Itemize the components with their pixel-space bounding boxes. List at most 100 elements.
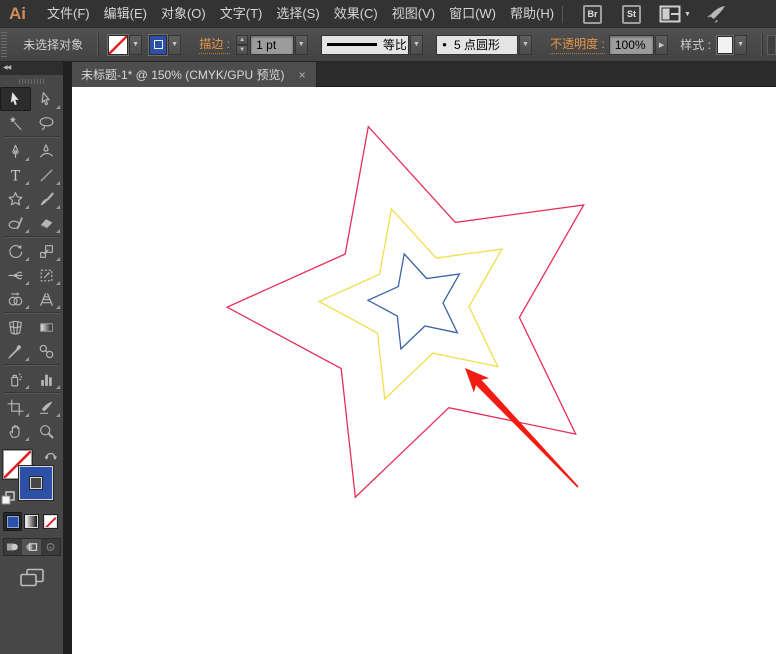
toolbar-grip[interactable] [19, 79, 45, 84]
stroke-swatch[interactable] [19, 466, 53, 500]
tool-blend[interactable] [31, 339, 62, 363]
menu-item-file[interactable]: 文件(F) [40, 0, 97, 28]
artboard [72, 87, 776, 654]
uniform-profile-icon [327, 43, 377, 46]
menu-item-effect[interactable]: 效果(C) [327, 0, 385, 28]
tool-eraser[interactable] [31, 211, 62, 235]
stroke-color-swatch[interactable] [149, 35, 167, 55]
opacity-label[interactable]: 不透明度 : [550, 35, 605, 54]
tool-artboard[interactable] [0, 395, 31, 419]
gradient-button[interactable] [22, 512, 41, 531]
divider [761, 33, 762, 57]
star-icon [7, 191, 24, 208]
none-button[interactable] [41, 512, 60, 531]
fill-dropdown-button[interactable]: ▼ [129, 35, 142, 55]
brush-dropdown-button[interactable]: ▼ [519, 35, 532, 55]
tool-shape-builder[interactable] [0, 287, 31, 311]
draw-behind-button[interactable] [22, 539, 41, 555]
scale-icon [38, 243, 55, 260]
opacity-field[interactable]: 100% [609, 35, 654, 55]
screen-mode-icon [19, 568, 45, 588]
color-button[interactable] [3, 512, 22, 531]
stepper-down-button[interactable]: ▼ [236, 45, 248, 55]
stroke-weight-field[interactable]: 1 pt [250, 35, 293, 55]
stepper-up-button[interactable]: ▲ [236, 35, 248, 45]
tool-curvature[interactable] [31, 139, 62, 163]
stroke-weight-label[interactable]: 描边 : [199, 35, 230, 54]
style-swatch[interactable] [717, 36, 733, 54]
slice-icon [38, 399, 55, 416]
svg-text:T: T [11, 168, 21, 184]
gradient-icon [38, 319, 55, 336]
fill-color-swatch[interactable] [108, 35, 128, 55]
tool-pen[interactable] [0, 139, 31, 163]
toolbar-divider [3, 136, 59, 138]
toolbar-collapse-button[interactable]: ◀◀ [0, 62, 63, 75]
style-label: 样式 : [680, 36, 711, 53]
screen-mode-button[interactable] [19, 568, 45, 591]
draw-inside-icon [44, 541, 57, 553]
canvas-area[interactable] [72, 87, 776, 654]
opacity-dropdown-button[interactable]: ▶ [655, 35, 668, 55]
stock-button[interactable]: St [622, 5, 641, 24]
menubar: Ai 文件(F) 编辑(E) 对象(O) 文字(T) 选择(S) 效果(C) 视… [0, 0, 776, 28]
magic-wand-icon [7, 115, 24, 132]
tool-scale[interactable] [31, 239, 62, 263]
style-dropdown-button[interactable]: ▼ [734, 35, 747, 55]
tab-close-icon[interactable]: × [299, 68, 306, 82]
menu-item-window[interactable]: 窗口(W) [442, 0, 503, 28]
default-fill-stroke-icon[interactable] [1, 491, 15, 510]
illustrator-window: Ai 文件(F) 编辑(E) 对象(O) 文字(T) 选择(S) 效果(C) 视… [0, 0, 776, 654]
tool-width[interactable] [0, 263, 31, 287]
tool-symbol-sprayer[interactable] [0, 367, 31, 391]
tool-zoom[interactable] [31, 419, 62, 443]
tool-line-segment[interactable] [31, 163, 62, 187]
tool-magic-wand[interactable] [0, 111, 31, 135]
selection-icon [7, 91, 24, 108]
color-swatch-icon [7, 516, 19, 528]
bridge-button[interactable]: Br [583, 5, 602, 24]
menu-item-type[interactable]: 文字(T) [213, 0, 270, 28]
tool-star[interactable] [0, 187, 31, 211]
brush-definition-select[interactable]: ● 5 点圆形 [436, 35, 518, 55]
tool-column-graph[interactable] [31, 367, 62, 391]
document-tab[interactable]: 未标题-1* @ 150% (CMYK/GPU 预览) × [72, 62, 317, 87]
draw-inside-button[interactable] [41, 539, 60, 555]
swap-fill-stroke-icon[interactable] [44, 448, 59, 467]
tool-type[interactable]: T [0, 163, 31, 187]
stroke-weight-dropdown-button[interactable]: ▼ [295, 35, 308, 55]
workspace-icon [659, 5, 681, 23]
menu-item-edit[interactable]: 编辑(E) [97, 0, 154, 28]
stroke-profile-dropdown-button[interactable]: ▼ [410, 35, 423, 55]
tool-gradient[interactable] [31, 315, 62, 339]
gradient-swatch-icon [25, 515, 38, 528]
menu-item-help[interactable]: 帮助(H) [503, 0, 561, 28]
tool-rotate[interactable] [0, 239, 31, 263]
tool-paintbrush[interactable] [31, 187, 62, 211]
draw-normal-button[interactable] [4, 539, 23, 555]
tool-lasso[interactable] [31, 111, 62, 135]
toolbar-divider [3, 312, 59, 314]
collapse-chevrons-icon: ◀◀ [3, 65, 10, 71]
outer-star[interactable] [227, 127, 584, 498]
inner-star[interactable] [368, 254, 460, 349]
divider [97, 33, 98, 57]
menu-item-view[interactable]: 视图(V) [385, 0, 442, 28]
tool-free-transform[interactable] [31, 263, 62, 287]
middle-star[interactable] [319, 209, 502, 399]
tool-eyedropper[interactable] [0, 339, 31, 363]
tool-direct-selection[interactable] [31, 87, 62, 111]
menu-item-object[interactable]: 对象(O) [154, 0, 213, 28]
tool-selection[interactable] [0, 87, 31, 111]
column-graph-icon [38, 371, 55, 388]
menu-item-select[interactable]: 选择(S) [269, 0, 326, 28]
stroke-profile-select[interactable]: 等比 [321, 35, 409, 55]
stroke-dropdown-button[interactable]: ▼ [168, 35, 181, 55]
tool-mesh[interactable] [0, 315, 31, 339]
tool-hand[interactable] [0, 419, 31, 443]
workspace-switcher[interactable]: ▼ [659, 5, 691, 23]
panel-grip[interactable] [1, 32, 7, 58]
tool-slice[interactable] [31, 395, 62, 419]
tool-shaper[interactable] [0, 211, 31, 235]
tool-perspective-grid[interactable] [31, 287, 62, 311]
